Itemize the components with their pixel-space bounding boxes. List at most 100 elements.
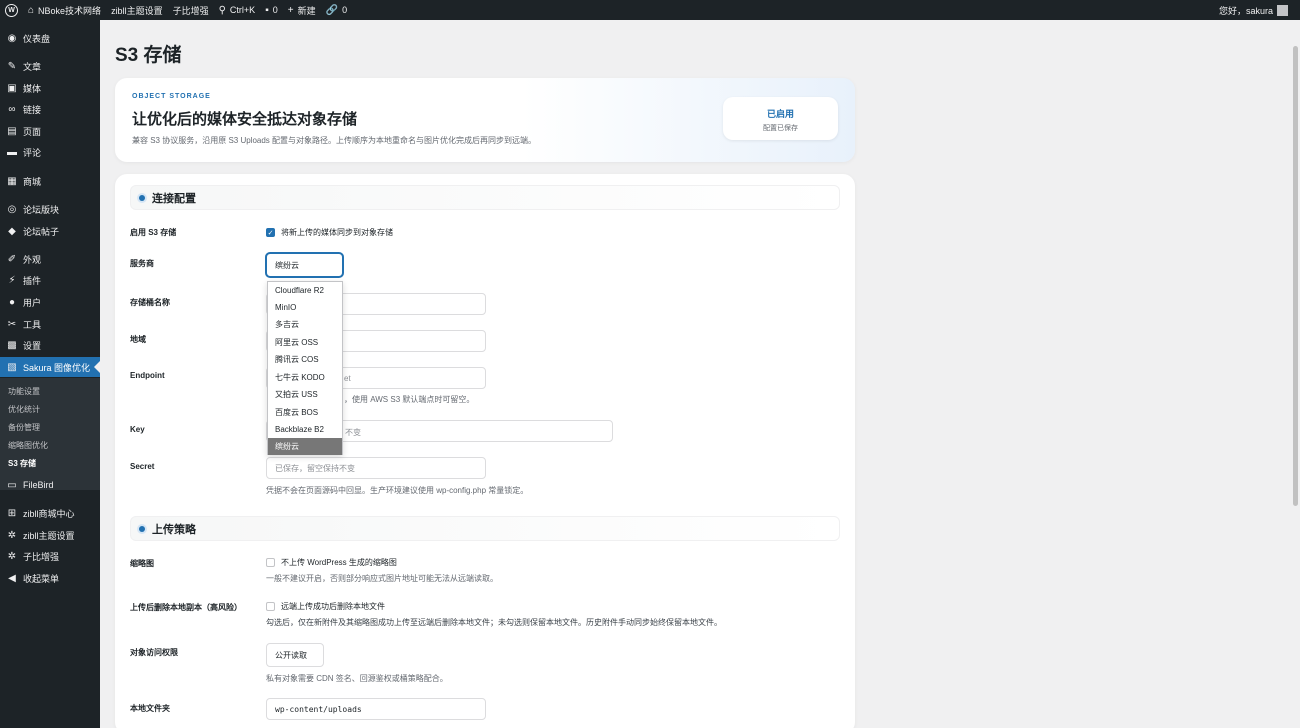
menu-plugins[interactable]: ⚡ 插件 [0, 270, 100, 290]
thumbnail-row[interactable]: 不上传 WordPress 生成的缩略图 [266, 557, 397, 568]
menu-comments[interactable]: ▬ 评论 [0, 142, 100, 162]
hero-card: OBJECT STORAGE 让优化后的媒体安全抵达对象存储 兼容 S3 协议服… [115, 78, 855, 162]
provider-option[interactable]: 多吉云 [268, 316, 342, 333]
status-card: 已启用 配置已保存 [723, 97, 838, 140]
section-dot-icon [139, 525, 145, 532]
account-menu[interactable]: 您好，sakura [1219, 4, 1300, 17]
section-connection: 连接配置 [130, 185, 840, 210]
page-icon: ▤ [7, 125, 17, 137]
menu-zibll-theme[interactable]: ✲ zibll主题设置 [0, 525, 100, 545]
menu-pages[interactable]: ▤ 页面 [0, 121, 100, 141]
menu-zibi-enhance[interactable]: ✲ 子比增强 [0, 546, 100, 566]
new-label: 新建 [297, 5, 316, 16]
menu-forum-boards[interactable]: ◎ 论坛版块 [0, 199, 100, 219]
image-icon: ▧ [7, 361, 17, 373]
zibi-enhance-link[interactable]: 子比增强 [168, 0, 214, 20]
submenu-s3[interactable]: S3 存储 [8, 458, 36, 469]
menu-label: 工具 [23, 319, 42, 330]
enable-s3-row[interactable]: ✓ 将新上传的媒体同步到对象存储 [266, 227, 393, 238]
menu-zibll-store[interactable]: ⊞ zibll商城中心 [0, 503, 100, 523]
submenu-stats[interactable]: 优化统计 [8, 404, 40, 415]
provider-option[interactable]: MinIO [268, 299, 342, 316]
key-label: Key [130, 425, 145, 434]
provider-select[interactable]: 缤纷云 [266, 253, 343, 277]
provider-option-selected[interactable]: 缤纷云 [268, 438, 342, 455]
secret-help: 凭据不会在页面源码中回显。生产环境建议使用 wp-config.php 常量锁定… [266, 486, 529, 495]
page-scrollbar[interactable] [1292, 20, 1300, 728]
submenu-features[interactable]: 功能设置 [8, 386, 40, 397]
delete-local-checkbox[interactable] [266, 602, 275, 611]
key-placeholder: 不变 [345, 428, 361, 437]
local-folder-label: 本地文件夹 [130, 704, 170, 713]
admin-bar: W ⌂ NBoke技术网络 zibll主题设置 子比增强 ⚲ Ctrl+K ▪ 0 +… [0, 0, 1300, 20]
thumbnail-help: 一般不建议开启，否则部分响应式图片地址可能无法从远端读取。 [266, 574, 498, 583]
menu-store[interactable]: ▦ 商城 [0, 171, 100, 191]
region-label: 地域 [130, 335, 146, 344]
provider-option[interactable]: Cloudflare R2 [268, 282, 342, 299]
provider-option[interactable]: 七牛云 KODO [268, 369, 342, 386]
menu-label: zibll商城中心 [23, 508, 75, 519]
section-title: 连接配置 [152, 192, 196, 205]
link-icon: 🔗 [325, 4, 339, 16]
search-shortcut-button[interactable]: ⚲ Ctrl+K [214, 0, 261, 20]
provider-option[interactable]: 又拍云 USS [268, 386, 342, 403]
menu-label: Sakura 图像优化 [23, 362, 91, 373]
cart-icon: ⊞ [7, 507, 17, 519]
comments-link[interactable]: ▪ 0 [260, 0, 283, 20]
submenu-thumbnail[interactable]: 缩略图优化 [8, 440, 48, 451]
provider-selected-value: 缤纷云 [275, 260, 299, 270]
menu-posts[interactable]: ✎ 文章 [0, 56, 100, 76]
settings-panel [115, 174, 855, 728]
menu-dashboard[interactable]: ◉ 仪表盘 [0, 28, 100, 48]
home-icon: ⌂ [28, 4, 35, 16]
new-content-button[interactable]: + 新建 [283, 0, 321, 20]
menu-label: 链接 [23, 104, 42, 115]
enable-s3-checkbox[interactable]: ✓ [266, 228, 275, 237]
page-title: S3 存储 [115, 45, 182, 66]
theme-settings-link[interactable]: zibll主题设置 [106, 0, 168, 20]
links-link[interactable]: 🔗 0 [321, 0, 352, 20]
hero-title: 让优化后的媒体安全抵达对象存储 [132, 111, 358, 128]
local-folder-input[interactable]: wp-content/uploads [266, 698, 486, 720]
menu-appearance[interactable]: ✐ 外观 [0, 249, 100, 269]
menu-filebird[interactable]: ▭ FileBird [0, 475, 100, 495]
acl-select[interactable]: 公开读取 [266, 643, 324, 667]
provider-option[interactable]: Backblaze B2 [268, 421, 342, 438]
wordpress-logo-button[interactable]: W [0, 0, 23, 20]
collapse-icon: ◀ [8, 572, 16, 584]
menu-label: 仪表盘 [23, 33, 51, 44]
enable-s3-label: 启用 S3 存储 [130, 228, 177, 237]
provider-option[interactable]: 百度云 BOS [268, 404, 342, 421]
delete-local-row[interactable]: 远端上传成功后删除本地文件 [266, 601, 385, 612]
menu-collapse[interactable]: ◀ 收起菜单 [0, 568, 100, 588]
site-name-link[interactable]: ⌂ NBoke技术网络 [23, 0, 106, 20]
menu-forum-posts[interactable]: ◆ 论坛帖子 [0, 221, 100, 241]
greeting-text: 您好，sakura [1218, 5, 1273, 16]
delete-local-text: 远端上传成功后删除本地文件 [281, 602, 385, 611]
menu-links[interactable]: ∞ 链接 [0, 99, 100, 119]
forum-post-icon: ◆ [8, 225, 16, 237]
plus-icon: + [287, 4, 294, 16]
link-icon: ∞ [8, 103, 16, 115]
menu-users[interactable]: ● 用户 [0, 292, 100, 312]
brush-icon: ✐ [7, 253, 17, 265]
avatar [1277, 4, 1288, 16]
admin-sidebar: ◉ 仪表盘 ✎ 文章 ▣ 媒体 ∞ 链接 ▤ 页面 ▬ 评论 ▦ 商城 ◎ 论坛版块 ◆ 论坛帖子… [0, 20, 100, 728]
hero-eyebrow: OBJECT STORAGE [132, 93, 211, 100]
delete-local-help: 勾选后，仅在新附件及其缩略图成功上传至远端后删除本地文件；未勾选则保留本地文件。… [266, 618, 722, 627]
skip-thumbnail-text: 不上传 WordPress 生成的缩略图 [281, 558, 397, 567]
menu-label: zibll主题设置 [23, 530, 75, 541]
menu-media[interactable]: ▣ 媒体 [0, 78, 100, 98]
secret-input[interactable]: 已保存，留空保持不变 [266, 457, 486, 479]
submenu-backup[interactable]: 备份管理 [8, 422, 40, 433]
acl-label: 对象访问权限 [130, 648, 178, 657]
menu-label: 页面 [23, 126, 42, 137]
acl-selected-value: 公开读取 [275, 650, 307, 660]
menu-tools[interactable]: ✂ 工具 [0, 314, 100, 334]
provider-option[interactable]: 腾讯云 COS [268, 351, 342, 368]
menu-settings[interactable]: ▩ 设置 [0, 335, 100, 355]
scrollbar-thumb[interactable] [1293, 46, 1298, 506]
provider-option[interactable]: 阿里云 OSS [268, 334, 342, 351]
skip-thumbnail-checkbox[interactable] [266, 558, 275, 567]
menu-sakura-image[interactable]: ▧ Sakura 图像优化 [0, 357, 100, 377]
